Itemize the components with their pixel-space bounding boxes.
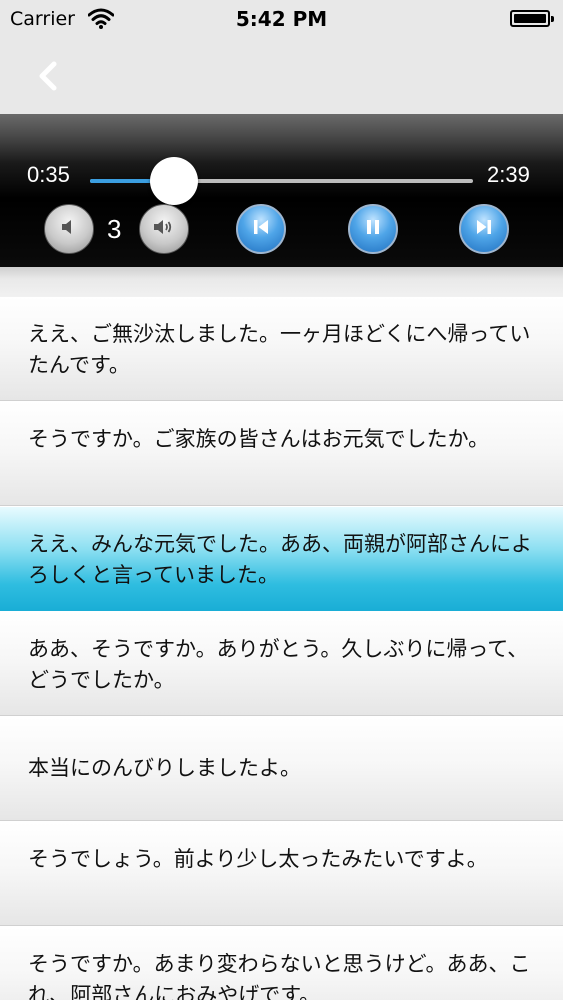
dialogue-row[interactable]: ああ、そうですか。ありがとう。久しぶりに帰って、どうでしたか。	[0, 612, 563, 716]
dialogue-text: ああ、そうですか。ありがとう。久しぶりに帰って、どうでしたか。	[28, 637, 529, 692]
total-time: 2:39	[487, 162, 530, 187]
dialogue-row[interactable]: ええ、ご無沙汰しました。一ヶ月ほどくにへ帰っていたんです。	[0, 297, 563, 401]
volume-down-button[interactable]	[44, 204, 94, 254]
chevron-left-icon	[37, 61, 59, 95]
volume-down-icon	[58, 216, 80, 242]
progress-thumb[interactable]	[150, 157, 199, 205]
dialogue-text: 本当にのんびりしましたよ。	[28, 756, 301, 780]
volume-level: 3	[107, 214, 122, 244]
dialogue-row[interactable]: そうでしょう。前より少し太ったみたいですよ。	[0, 822, 563, 926]
volume-up-icon	[151, 216, 177, 242]
nav-bar	[0, 38, 563, 114]
status-bar: Carrier 5:42 PM	[0, 0, 563, 38]
dialogue-text: ええ、ご無沙汰しました。一ヶ月ほどくにへ帰っていたんです。	[28, 322, 531, 377]
back-button[interactable]	[30, 58, 66, 98]
skip-previous-icon	[250, 216, 272, 242]
dialogue-text: そうでしょう。前より少し太ったみたいですよ。	[28, 847, 488, 871]
progress-slider[interactable]	[90, 179, 473, 183]
dialogue-row-active[interactable]: ええ、みんな元気でした。ああ、両親が阿部さんによろしくと言っていました。	[0, 507, 563, 611]
dialogue-text: ええ、みんな元気でした。ああ、両親が阿部さんによろしくと言っていました。	[28, 532, 532, 587]
dialogue-row[interactable]: そうですか。ご家族の皆さんはお元気でしたか。	[0, 402, 563, 506]
previous-button[interactable]	[236, 204, 286, 254]
pause-icon	[362, 216, 384, 242]
dialogue-row[interactable]: そうですか。あまり変わらないと思うけど。ああ、これ、阿部さんにおみやげです。	[0, 927, 563, 1000]
status-time: 5:42 PM	[235, 7, 328, 31]
current-time: 0:35	[27, 162, 70, 187]
dialogue-text: そうですか。あまり変わらないと思うけど。ああ、これ、阿部さんにおみやげです。	[28, 952, 531, 1000]
audio-player: 0:35 2:39 3	[0, 114, 563, 267]
player-bottom-divider	[0, 267, 563, 297]
dialogue-text: そうですか。ご家族の皆さんはお元気でしたか。	[28, 427, 490, 451]
pause-button[interactable]	[348, 204, 398, 254]
volume-up-button[interactable]	[139, 204, 189, 254]
dialogue-list: ええ、ご無沙汰しました。一ヶ月ほどくにへ帰っていたんです。 そうですか。ご家族の…	[0, 297, 563, 1000]
dialogue-row[interactable]: 本当にのんびりしましたよ。	[0, 717, 563, 821]
skip-next-icon	[473, 216, 495, 242]
battery-icon	[510, 10, 554, 27]
next-button[interactable]	[459, 204, 509, 254]
